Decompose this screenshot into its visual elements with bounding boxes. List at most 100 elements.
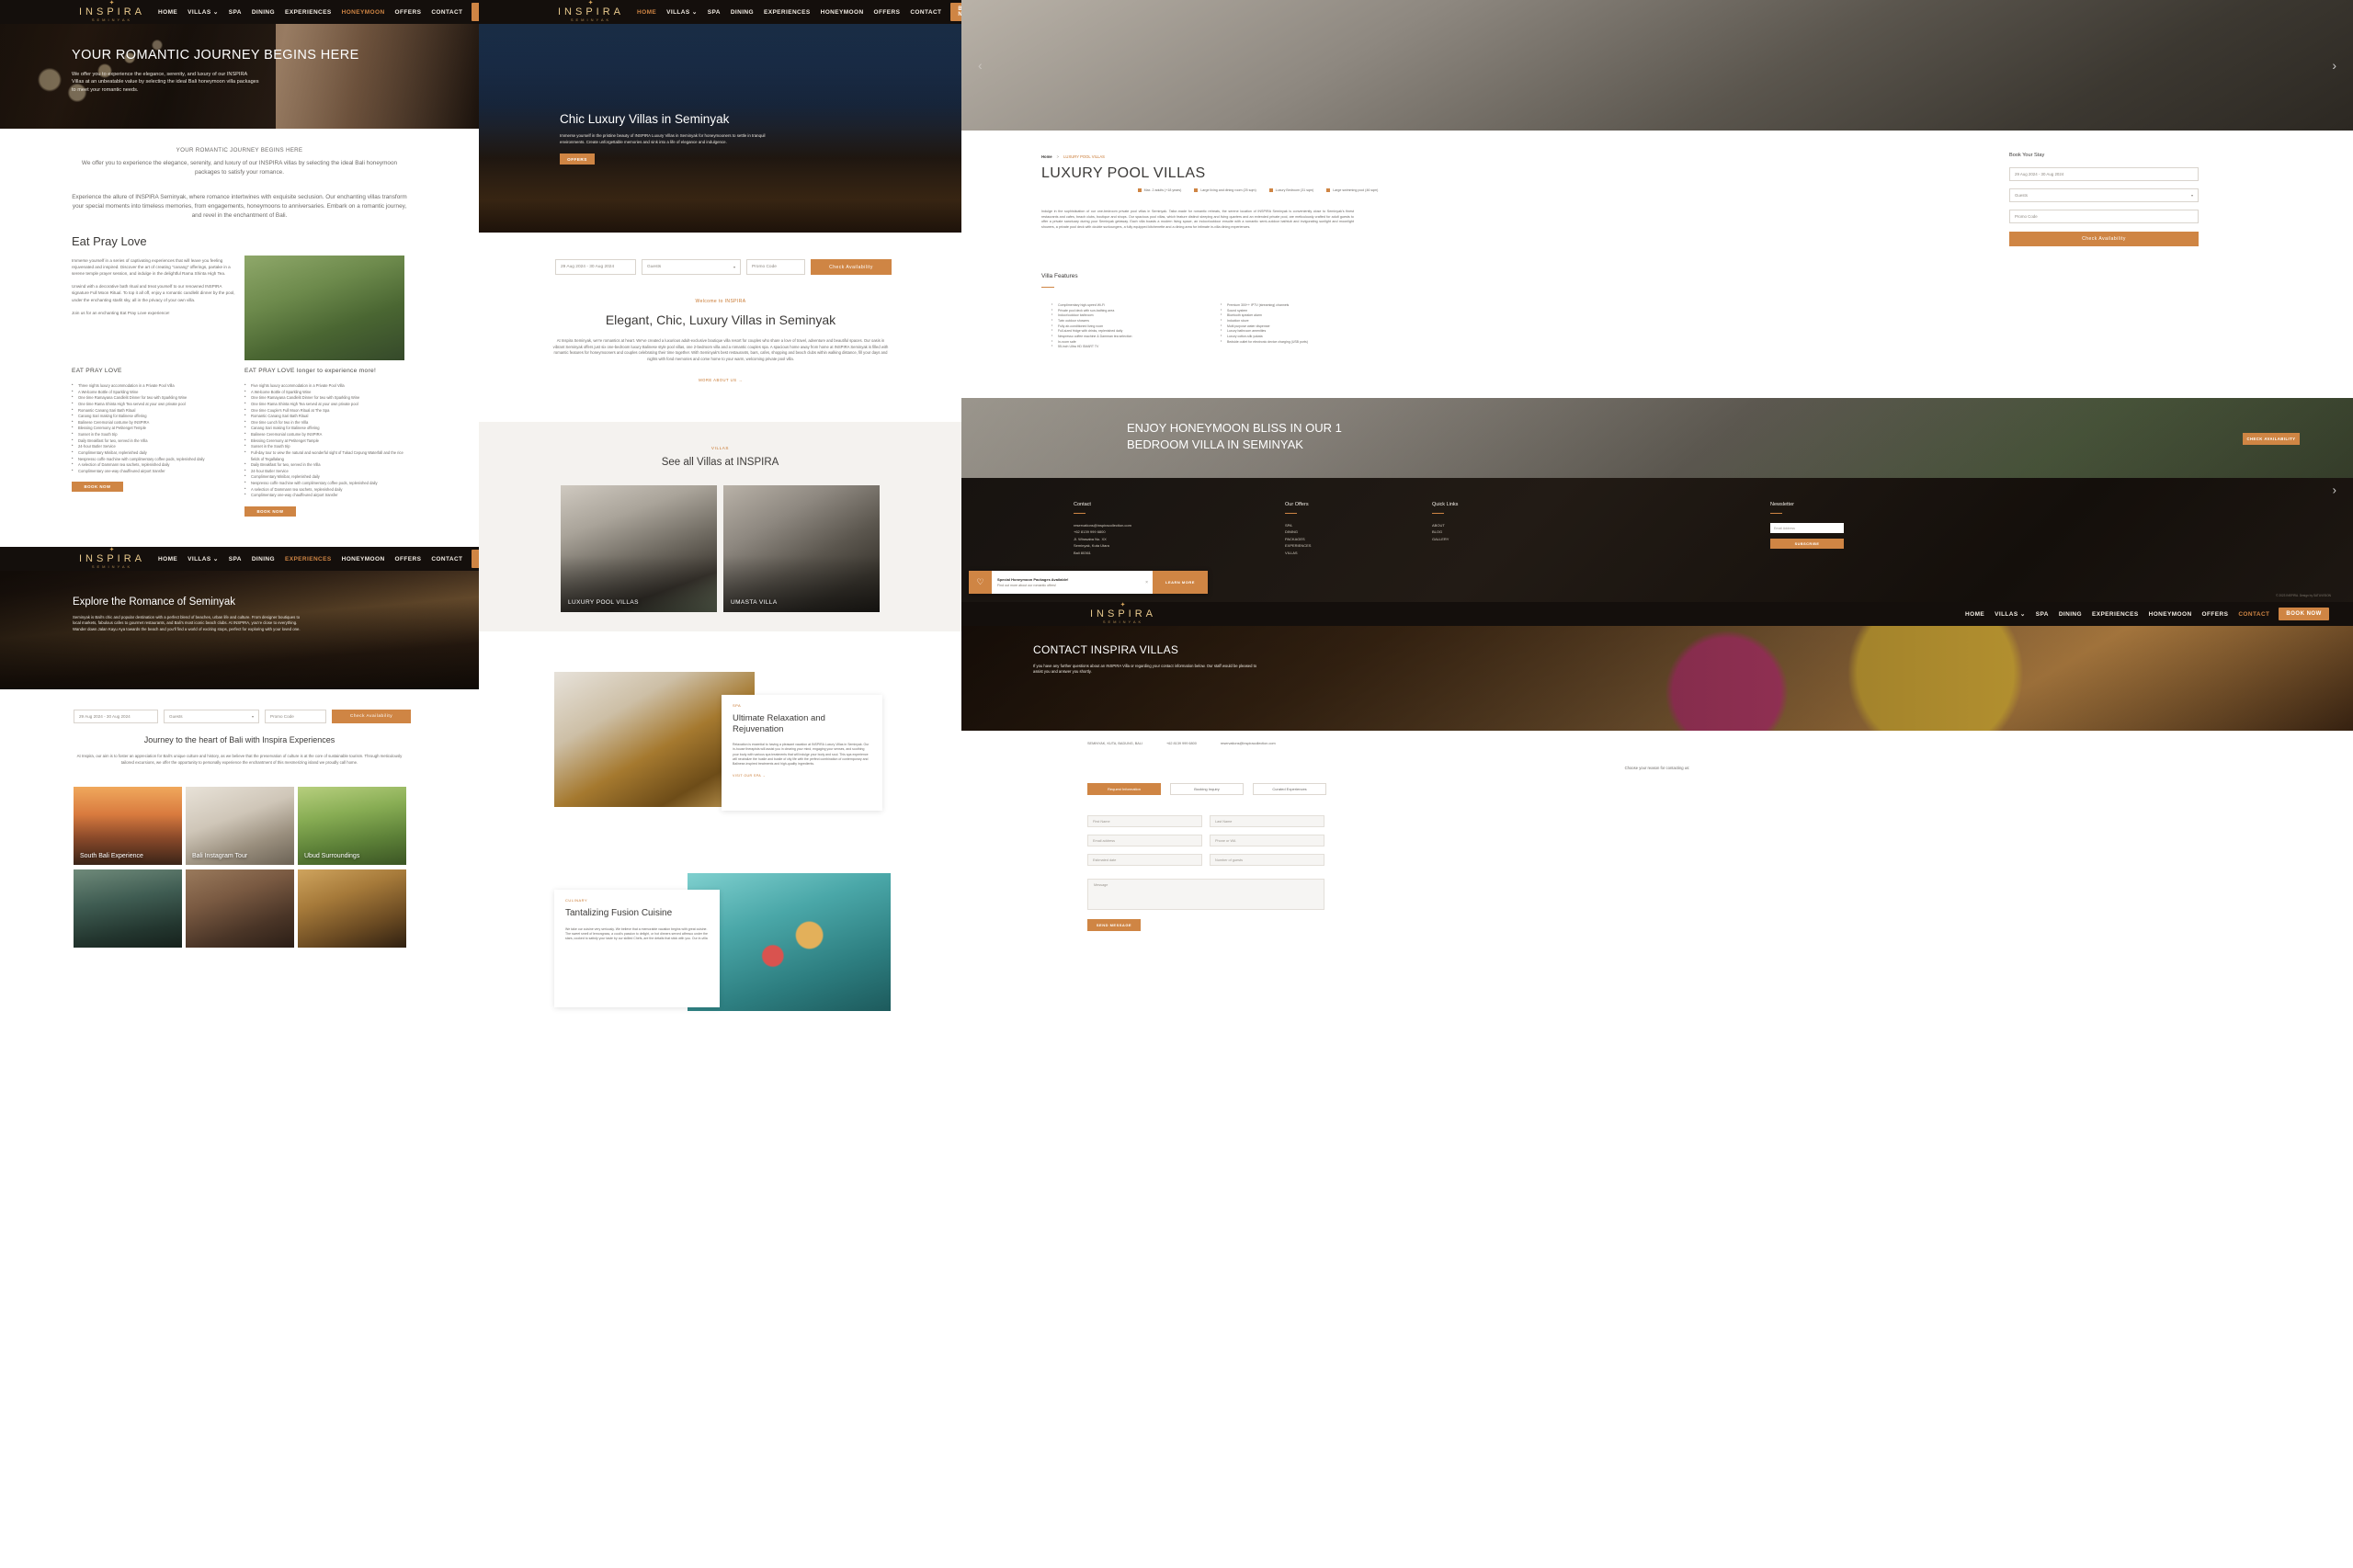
footer-link[interactable]: VILLAS — [1285, 550, 1432, 556]
nav4-item-offers[interactable]: OFFERS — [2202, 611, 2229, 618]
package-a-book-button[interactable]: BOOK NOW — [72, 482, 123, 493]
nav2-item-offers[interactable]: OFFERS — [395, 556, 422, 562]
home-booking-bar[interactable]: 29 Aug 2024 - 30 Aug 2024 Guests ▾ Promo… — [555, 259, 892, 275]
reason-button[interactable]: Booking Inquiry — [1170, 783, 1244, 795]
reason-button[interactable]: Request Information — [1087, 783, 1161, 795]
home-booking-guests-select[interactable]: Guests ▾ — [642, 259, 741, 275]
footer-link[interactable]: GALLERY — [1432, 536, 1570, 542]
villa-booking-guests-select[interactable]: Guests ▾ — [2009, 188, 2199, 202]
experience-card[interactable]: Bali Instagram Tour — [186, 787, 294, 865]
footer-link[interactable]: DINING — [1285, 528, 1432, 535]
site-navbar-contact[interactable]: ✦ INSPIRA SEMINYAK HOME VILLAS ⌄ SPA DIN… — [961, 602, 2353, 626]
contact-input-field[interactable]: Email address — [1087, 835, 1202, 846]
site-navbar[interactable]: ✦ INSPIRA SEMINYAK HOME VILLAS ⌄ SPA DIN… — [0, 0, 479, 24]
banner-check-availability-button[interactable]: CHECK AVAILABILITY — [2243, 433, 2300, 445]
experience-card[interactable]: South Bali Experience — [74, 787, 182, 865]
booking-guests-select[interactable]: Guests ▾ — [164, 710, 259, 723]
nav3-item-villas[interactable]: VILLAS ⌄ — [666, 8, 698, 16]
contact-phone[interactable]: +62 8139 999 6800 — [1166, 742, 1197, 745]
gallery-prev-arrow-icon[interactable]: ‹ — [978, 58, 983, 73]
contact-message-field[interactable]: Message — [1087, 879, 1324, 910]
nav3-item-honeymoon[interactable]: HONEYMOON — [821, 9, 864, 16]
nav4-item-dining[interactable]: DINING — [2059, 611, 2082, 618]
nav2-item-home[interactable]: HOME — [158, 556, 177, 562]
footer-link[interactable]: +62 8139 999 6800 — [1074, 528, 1285, 535]
villa-booking-dates-field[interactable]: 29 Aug 2024 - 30 Aug 2024 — [2009, 167, 2199, 181]
promo-learn-more-button[interactable]: LEARN MORE — [1153, 571, 1208, 594]
footer-link[interactable]: reservations@inspiracollection.com — [1074, 522, 1285, 528]
nav-item-contact[interactable]: CONTACT — [431, 9, 462, 16]
nav4-item-villas[interactable]: VILLAS ⌄ — [1995, 610, 2026, 618]
welcome-more-link[interactable]: MORE ABOUT US → — [551, 378, 891, 382]
brand-logo-2[interactable]: ✦ INSPIRA SEMINYAK — [79, 547, 145, 570]
nav2-item-spa[interactable]: SPA — [229, 556, 242, 562]
booking-dates-field[interactable]: 29 Aug 2024 - 30 Aug 2024 — [74, 710, 158, 723]
site-navbar-experiences[interactable]: ✦ INSPIRA SEMINYAK HOME VILLAS ⌄ SPA DIN… — [0, 547, 479, 571]
promo-bar[interactable]: ♡ Special Honeymoon Packages Available! … — [969, 571, 1208, 594]
nav2-item-villas[interactable]: VILLAS ⌄ — [188, 555, 219, 562]
footer-link[interactable]: Jl. Wirasaba No. XX — [1074, 536, 1285, 542]
nav4-item-spa[interactable]: SPA — [2036, 611, 2049, 618]
footer-link[interactable]: SPA — [1285, 522, 1432, 528]
experience-card[interactable] — [74, 869, 182, 948]
nav4-item-experiences[interactable]: EXPERIENCES — [2092, 611, 2139, 618]
contact-input-field[interactable]: Last Name — [1210, 815, 1324, 827]
nav3-item-home[interactable]: HOME — [637, 9, 656, 16]
book-now-button[interactable]: BOOK NOW — [472, 3, 479, 21]
book-now-button-4[interactable]: BOOK NOW — [2279, 608, 2329, 620]
nav3-item-offers[interactable]: OFFERS — [874, 9, 901, 16]
nav-item-offers[interactable]: OFFERS — [395, 9, 422, 16]
brand-logo-4[interactable]: ✦ INSPIRA SEMINYAK — [1090, 602, 1156, 625]
nav2-item-contact[interactable]: CONTACT — [431, 556, 462, 562]
nav4-item-honeymoon[interactable]: HONEYMOON — [2149, 611, 2192, 618]
nav2-item-honeymoon[interactable]: HONEYMOON — [342, 556, 385, 562]
contact-send-message-button[interactable]: SEND MESSAGE — [1087, 919, 1141, 931]
site-navbar-home[interactable]: ✦ INSPIRA SEMINYAK HOME VILLAS ⌄ SPA DIN… — [479, 0, 961, 24]
experience-card[interactable] — [186, 869, 294, 948]
nav2-item-experiences[interactable]: EXPERIENCES — [285, 556, 332, 562]
villa-booking-promo-field[interactable]: Promo Code — [2009, 210, 2199, 223]
gallery-next-arrow-icon[interactable]: › — [2332, 58, 2336, 73]
home-booking-submit-button[interactable]: Check Availability — [811, 259, 892, 275]
nav4-item-home[interactable]: HOME — [1965, 611, 1984, 618]
nav3-item-dining[interactable]: DINING — [731, 9, 754, 16]
breadcrumb-home[interactable]: Home — [1041, 154, 1052, 159]
home-booking-promo-field[interactable]: Promo Code — [746, 259, 805, 275]
book-now-button-2[interactable]: BOOK NOW — [472, 550, 479, 568]
book-now-button-3[interactable]: BOOK NOW — [950, 3, 961, 21]
promo-close-icon[interactable]: × — [1145, 580, 1153, 585]
booking-submit-button[interactable]: Check Availability — [332, 710, 411, 723]
brand-logo-3[interactable]: ✦ INSPIRA SEMINYAK — [558, 0, 624, 23]
contact-input-field[interactable]: Phone or WA — [1210, 835, 1324, 846]
nav3-item-experiences[interactable]: EXPERIENCES — [764, 9, 811, 16]
nav-item-dining[interactable]: DINING — [252, 9, 275, 16]
footer-link[interactable]: Seminyak, Kuta Utara — [1074, 542, 1285, 549]
newsletter-subscribe-button[interactable]: SUBSCRIBE — [1770, 539, 1844, 549]
nav-item-villas[interactable]: VILLAS ⌄ — [188, 8, 219, 16]
spa-link[interactable]: VISIT OUR SPA → — [733, 774, 871, 778]
nav3-item-spa[interactable]: SPA — [708, 9, 721, 16]
footer-link[interactable]: BLOG — [1432, 528, 1570, 535]
contact-input-field[interactable]: Estimated date — [1087, 854, 1202, 866]
home-booking-dates-field[interactable]: 29 Aug 2024 - 30 Aug 2024 — [555, 259, 636, 275]
reason-button[interactable]: Curated Experiences — [1253, 783, 1326, 795]
nav2-item-dining[interactable]: DINING — [252, 556, 275, 562]
contact-input-field[interactable]: First Name — [1087, 815, 1202, 827]
package-b-book-button[interactable]: BOOK NOW — [244, 506, 296, 517]
footer-link[interactable]: PACKAGES — [1285, 536, 1432, 542]
experiences-booking-bar[interactable]: 29 Aug 2024 - 30 Aug 2024 Guests ▾ Promo… — [74, 710, 411, 723]
villa-card[interactable]: UMASTA VILLA — [723, 485, 880, 612]
booking-promo-field[interactable]: Promo Code — [265, 710, 326, 723]
home-hero-offers-button[interactable]: OFFERS — [560, 153, 595, 165]
nav-item-honeymoon[interactable]: HONEYMOON — [342, 9, 385, 16]
nav4-item-contact[interactable]: CONTACT — [2238, 611, 2269, 618]
experience-card[interactable]: Ubud Surroundings — [298, 787, 406, 865]
nav-item-experiences[interactable]: EXPERIENCES — [285, 9, 332, 16]
experience-card[interactable] — [298, 869, 406, 948]
footer-link[interactable]: ABOUT — [1432, 522, 1570, 528]
newsletter-email-input[interactable]: Email Address — [1770, 523, 1844, 533]
nav3-item-contact[interactable]: CONTACT — [910, 9, 941, 16]
nav-item-spa[interactable]: SPA — [229, 9, 242, 16]
nav-item-home[interactable]: HOME — [158, 9, 177, 16]
footer-link[interactable]: Bali 80361 — [1074, 550, 1285, 556]
